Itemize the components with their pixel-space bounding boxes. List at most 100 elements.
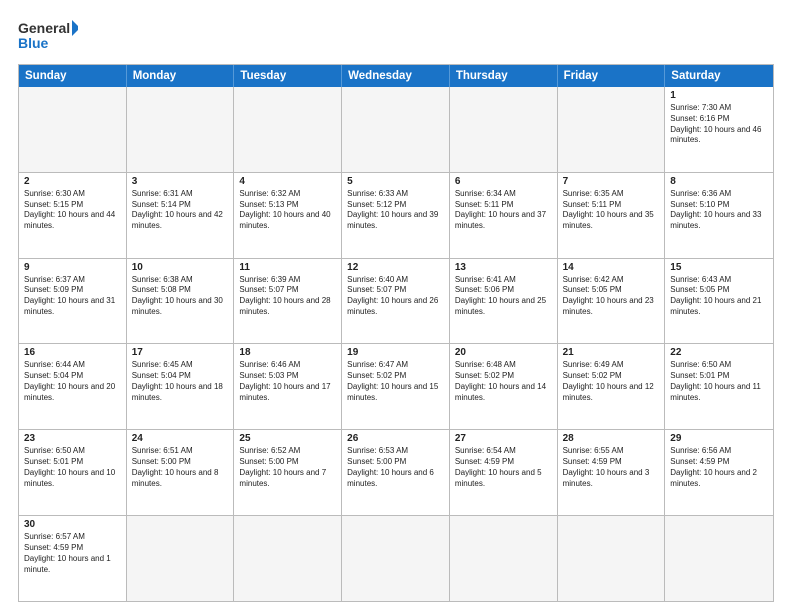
day-number-17: 17 bbox=[132, 347, 229, 358]
day-29: 29 Sunrise: 6:56 AM Sunset: 4:59 PM Dayli… bbox=[665, 430, 773, 515]
day-number-23: 23 bbox=[24, 433, 121, 444]
day-26: 26Sunrise: 6:53 AM Sunset: 5:00 PM Dayli… bbox=[342, 430, 450, 515]
day-5: 5 Sunrise: 6:33 AM Sunset: 5:12 PM Daylig… bbox=[342, 173, 450, 258]
day-number-11: 11 bbox=[239, 262, 336, 273]
day-info-8: Sunrise: 6:36 AM Sunset: 5:10 PM Dayligh… bbox=[670, 189, 768, 232]
day-number-27: 27 bbox=[455, 433, 552, 444]
empty-cell-w0-d1 bbox=[127, 87, 235, 172]
day-7: 7 Sunrise: 6:35 AM Sunset: 5:11 PM Daylig… bbox=[558, 173, 666, 258]
day-9: 9 Sunrise: 6:37 AM Sunset: 5:09 PM Daylig… bbox=[19, 259, 127, 344]
day-27: 27 Sunrise: 6:54 AM Sunset: 4:59 PM Dayli… bbox=[450, 430, 558, 515]
day-number-14: 14 bbox=[563, 262, 660, 273]
empty-cell-w0-d4 bbox=[450, 87, 558, 172]
empty-cell-w5-d1 bbox=[127, 516, 235, 601]
empty-cell-w5-d4 bbox=[450, 516, 558, 601]
day-info-13: Sunrise: 6:41 AM Sunset: 5:06 PM Dayligh… bbox=[455, 275, 552, 318]
day-number-15: 15 bbox=[670, 262, 768, 273]
day-number-1: 1 bbox=[670, 90, 768, 101]
day-16: 16Sunrise: 6:44 AM Sunset: 5:04 PM Dayli… bbox=[19, 344, 127, 429]
header-cell-monday: Monday bbox=[127, 65, 235, 87]
day-23: 23 Sunrise: 6:50 AM Sunset: 5:01 PM Dayli… bbox=[19, 430, 127, 515]
empty-cell-w5-d2 bbox=[234, 516, 342, 601]
day-18: 18 Sunrise: 6:46 AM Sunset: 5:03 PM Dayli… bbox=[234, 344, 342, 429]
day-number-6: 6 bbox=[455, 176, 552, 187]
calendar-week-6: 30Sunrise: 6:57 AM Sunset: 4:59 PM Dayli… bbox=[19, 515, 773, 601]
empty-cell-w0-d5 bbox=[558, 87, 666, 172]
day-13: 13 Sunrise: 6:41 AM Sunset: 5:06 PM Dayli… bbox=[450, 259, 558, 344]
day-30: 30Sunrise: 6:57 AM Sunset: 4:59 PM Dayli… bbox=[19, 516, 127, 601]
day-number-21: 21 bbox=[563, 347, 660, 358]
day-4: 4Sunrise: 6:32 AM Sunset: 5:13 PM Daylig… bbox=[234, 173, 342, 258]
day-info-18: Sunrise: 6:46 AM Sunset: 5:03 PM Dayligh… bbox=[239, 360, 336, 403]
day-12: 12Sunrise: 6:40 AM Sunset: 5:07 PM Dayli… bbox=[342, 259, 450, 344]
day-info-1: Sunrise: 7:30 AM Sunset: 6:16 PM Dayligh… bbox=[670, 103, 768, 146]
header-cell-tuesday: Tuesday bbox=[234, 65, 342, 87]
calendar-week-1: 1 Sunrise: 7:30 AM Sunset: 6:16 PM Daylig… bbox=[19, 87, 773, 172]
empty-cell-w5-d3 bbox=[342, 516, 450, 601]
day-number-29: 29 bbox=[670, 433, 768, 444]
day-info-5: Sunrise: 6:33 AM Sunset: 5:12 PM Dayligh… bbox=[347, 189, 444, 232]
day-info-11: Sunrise: 6:39 AM Sunset: 5:07 PM Dayligh… bbox=[239, 275, 336, 318]
day-28: 28 Sunrise: 6:55 AM Sunset: 4:59 PM Dayli… bbox=[558, 430, 666, 515]
calendar-week-2: 2 Sunrise: 6:30 AM Sunset: 5:15 PM Daylig… bbox=[19, 172, 773, 258]
logo: General Blue bbox=[18, 18, 78, 56]
generalblue-logo-icon: General Blue bbox=[18, 18, 78, 56]
calendar-body: 1 Sunrise: 7:30 AM Sunset: 6:16 PM Daylig… bbox=[19, 87, 773, 601]
day-info-9: Sunrise: 6:37 AM Sunset: 5:09 PM Dayligh… bbox=[24, 275, 121, 318]
calendar-week-4: 16Sunrise: 6:44 AM Sunset: 5:04 PM Dayli… bbox=[19, 343, 773, 429]
day-2: 2 Sunrise: 6:30 AM Sunset: 5:15 PM Daylig… bbox=[19, 173, 127, 258]
day-3: 3Sunrise: 6:31 AM Sunset: 5:14 PM Daylig… bbox=[127, 173, 235, 258]
day-info-14: Sunrise: 6:42 AM Sunset: 5:05 PM Dayligh… bbox=[563, 275, 660, 318]
day-number-9: 9 bbox=[24, 262, 121, 273]
day-number-3: 3 bbox=[132, 176, 229, 187]
day-21: 21Sunrise: 6:49 AM Sunset: 5:02 PM Dayli… bbox=[558, 344, 666, 429]
calendar: SundayMondayTuesdayWednesdayThursdayFrid… bbox=[18, 64, 774, 602]
day-6: 6 Sunrise: 6:34 AM Sunset: 5:11 PM Daylig… bbox=[450, 173, 558, 258]
day-info-2: Sunrise: 6:30 AM Sunset: 5:15 PM Dayligh… bbox=[24, 189, 121, 232]
day-info-27: Sunrise: 6:54 AM Sunset: 4:59 PM Dayligh… bbox=[455, 446, 552, 489]
day-info-15: Sunrise: 6:43 AM Sunset: 5:05 PM Dayligh… bbox=[670, 275, 768, 318]
day-number-5: 5 bbox=[347, 176, 444, 187]
empty-cell-w0-d3 bbox=[342, 87, 450, 172]
day-11: 11 Sunrise: 6:39 AM Sunset: 5:07 PM Dayli… bbox=[234, 259, 342, 344]
calendar-week-5: 23 Sunrise: 6:50 AM Sunset: 5:01 PM Dayli… bbox=[19, 429, 773, 515]
day-number-26: 26 bbox=[347, 433, 444, 444]
day-info-28: Sunrise: 6:55 AM Sunset: 4:59 PM Dayligh… bbox=[563, 446, 660, 489]
day-info-7: Sunrise: 6:35 AM Sunset: 5:11 PM Dayligh… bbox=[563, 189, 660, 232]
day-number-10: 10 bbox=[132, 262, 229, 273]
day-number-7: 7 bbox=[563, 176, 660, 187]
day-number-8: 8 bbox=[670, 176, 768, 187]
day-number-30: 30 bbox=[24, 519, 121, 530]
day-number-19: 19 bbox=[347, 347, 444, 358]
day-info-19: Sunrise: 6:47 AM Sunset: 5:02 PM Dayligh… bbox=[347, 360, 444, 403]
day-info-17: Sunrise: 6:45 AM Sunset: 5:04 PM Dayligh… bbox=[132, 360, 229, 403]
day-info-16: Sunrise: 6:44 AM Sunset: 5:04 PM Dayligh… bbox=[24, 360, 121, 403]
day-10: 10 Sunrise: 6:38 AM Sunset: 5:08 PM Dayli… bbox=[127, 259, 235, 344]
day-number-2: 2 bbox=[24, 176, 121, 187]
day-info-20: Sunrise: 6:48 AM Sunset: 5:02 PM Dayligh… bbox=[455, 360, 552, 403]
day-number-25: 25 bbox=[239, 433, 336, 444]
day-info-23: Sunrise: 6:50 AM Sunset: 5:01 PM Dayligh… bbox=[24, 446, 121, 489]
day-info-25: Sunrise: 6:52 AM Sunset: 5:00 PM Dayligh… bbox=[239, 446, 336, 489]
day-number-20: 20 bbox=[455, 347, 552, 358]
day-number-13: 13 bbox=[455, 262, 552, 273]
svg-text:General: General bbox=[18, 20, 70, 36]
day-info-6: Sunrise: 6:34 AM Sunset: 5:11 PM Dayligh… bbox=[455, 189, 552, 232]
page: General Blue SundayMondayTuesdayWednesda… bbox=[0, 0, 792, 612]
empty-cell-w0-d2 bbox=[234, 87, 342, 172]
empty-cell-w5-d6 bbox=[665, 516, 773, 601]
day-info-10: Sunrise: 6:38 AM Sunset: 5:08 PM Dayligh… bbox=[132, 275, 229, 318]
day-info-29: Sunrise: 6:56 AM Sunset: 4:59 PM Dayligh… bbox=[670, 446, 768, 489]
day-22: 22Sunrise: 6:50 AM Sunset: 5:01 PM Dayli… bbox=[665, 344, 773, 429]
header-cell-friday: Friday bbox=[558, 65, 666, 87]
calendar-header-row: SundayMondayTuesdayWednesdayThursdayFrid… bbox=[19, 65, 773, 87]
day-19: 19 Sunrise: 6:47 AM Sunset: 5:02 PM Dayli… bbox=[342, 344, 450, 429]
day-number-28: 28 bbox=[563, 433, 660, 444]
day-number-24: 24 bbox=[132, 433, 229, 444]
header-cell-wednesday: Wednesday bbox=[342, 65, 450, 87]
day-8: 8 Sunrise: 6:36 AM Sunset: 5:10 PM Daylig… bbox=[665, 173, 773, 258]
empty-cell-w5-d5 bbox=[558, 516, 666, 601]
day-info-12: Sunrise: 6:40 AM Sunset: 5:07 PM Dayligh… bbox=[347, 275, 444, 318]
day-number-18: 18 bbox=[239, 347, 336, 358]
day-17: 17 Sunrise: 6:45 AM Sunset: 5:04 PM Dayli… bbox=[127, 344, 235, 429]
